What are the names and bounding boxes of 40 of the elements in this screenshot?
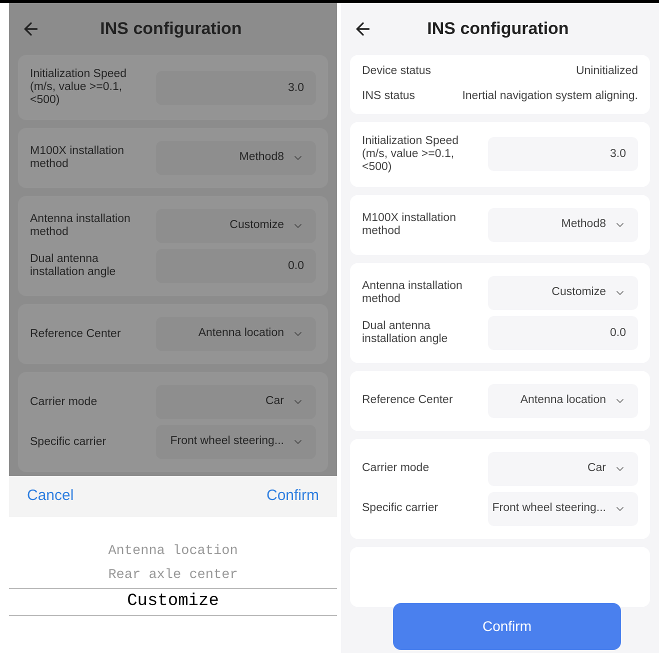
dropdown-field[interactable]: Customize [488, 276, 638, 310]
dropdown-field[interactable]: Method8 [156, 141, 316, 175]
field-label: Specific carrier [30, 436, 108, 448]
status-label: Device status [362, 64, 432, 79]
status-value: Uninitialized [576, 64, 638, 79]
input-field[interactable]: 0.0 [156, 249, 316, 283]
field-label: Dual antenna installation angle [30, 253, 117, 279]
field-label: Antenna installation method [30, 213, 132, 239]
dropdown-field[interactable]: Car [488, 452, 638, 486]
input-field[interactable]: 3.0 [156, 70, 316, 104]
screen-title: INS configuration [99, 18, 243, 40]
confirm-button[interactable]: Confirm [266, 485, 319, 508]
picker-option[interactable]: Antenna location [9, 540, 337, 564]
field-label: Initialization Speed (m/s, value >=0.1, <500) [30, 68, 128, 107]
screen-title: INS configuration [426, 18, 570, 40]
dropdown-field[interactable]: Antenna location [156, 317, 316, 351]
dropdown-field[interactable]: Front wheel steering... [488, 492, 638, 526]
confirm-button[interactable]: Confirm [393, 603, 621, 650]
field-label: M100X installation method [30, 145, 125, 171]
dropdown-field[interactable]: Customize [156, 209, 316, 243]
field-label: M100X installation method [362, 212, 457, 238]
input-field[interactable]: 0.0 [488, 316, 638, 350]
dropdown-field[interactable]: Method8 [488, 208, 638, 242]
status-value: Inertial navigation system aligning. [462, 89, 638, 104]
field-label: Antenna installation method [362, 280, 464, 306]
field-label: Carrier mode [362, 462, 430, 475]
field-label: Reference Center [30, 328, 122, 340]
field-label: Initialization Speed (m/s, value >=0.1, <500) [362, 134, 460, 174]
picker-option[interactable]: Customize [9, 588, 337, 616]
input-field[interactable]: 3.0 [488, 137, 638, 171]
dropdown-field[interactable]: Antenna location [488, 384, 638, 418]
field-label: Specific carrier [362, 502, 440, 515]
field-label: Dual antenna installation angle [362, 320, 449, 346]
status-label: INS status [362, 89, 416, 104]
dropdown-field[interactable]: Car [156, 385, 316, 419]
field-label: Reference Center [362, 394, 454, 407]
picker-option[interactable]: Rear axle center [9, 564, 337, 588]
cancel-button[interactable]: Cancel [27, 485, 74, 508]
dropdown-field[interactable]: Front wheel steering... [156, 425, 316, 459]
field-label: Carrier mode [30, 396, 98, 408]
